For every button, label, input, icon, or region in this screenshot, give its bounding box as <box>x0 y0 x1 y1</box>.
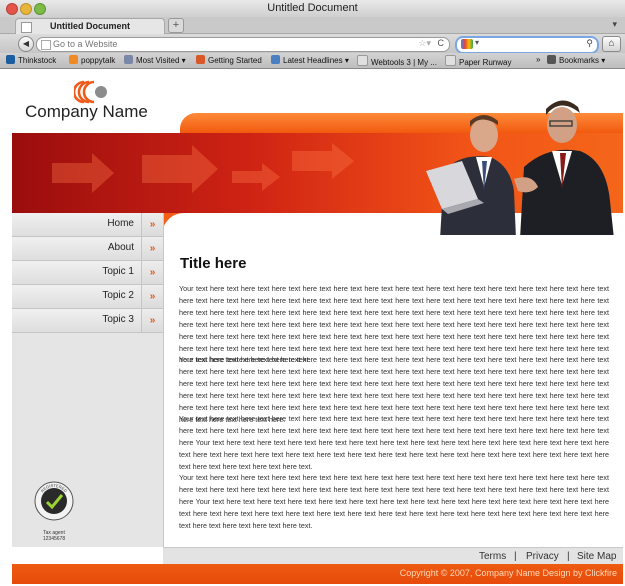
tax-agent-number: 12345678 <box>42 536 66 542</box>
arrow-right-icon: » <box>141 213 163 236</box>
paragraph: Your text here text here text here text … <box>179 473 609 530</box>
privacy-link[interactable]: Privacy <box>526 551 559 562</box>
url-input[interactable] <box>53 38 413 50</box>
title-bar: Untitled Document <box>0 0 625 18</box>
google-icon[interactable] <box>461 39 473 49</box>
menu-item-about[interactable]: About » <box>12 237 163 261</box>
bookmark-thinkstock[interactable]: Thinkstock <box>6 55 56 65</box>
tab-label: Untitled Document <box>50 21 130 31</box>
menu-item-topic-2[interactable]: Topic 2 » <box>12 285 163 309</box>
copyright-bar: Copyright © 2007, Company Name Design by… <box>12 564 623 584</box>
menu-item-label: Topic 2 <box>102 290 134 301</box>
page-icon <box>41 40 51 50</box>
firefox-icon <box>196 55 205 64</box>
bookmarks-toolbar: Thinkstock poppytalk Most Visited ▾ Gett… <box>0 53 625 69</box>
arrow-right-icon: » <box>141 261 163 284</box>
page-title: Title here <box>180 255 247 272</box>
folder-icon <box>124 55 133 64</box>
terms-link[interactable]: Terms <box>479 551 506 562</box>
company-logo-icon <box>74 80 107 104</box>
arrow-right-icon: » <box>141 309 163 332</box>
bookmark-webtools[interactable]: Webtools 3 | My ... <box>357 55 437 67</box>
footer-separator: | <box>514 551 517 562</box>
menu-item-topic-3[interactable]: Topic 3 » <box>12 309 163 333</box>
search-input[interactable] <box>483 38 579 50</box>
bookmarks-menu[interactable]: Bookmarks ▾ <box>547 55 605 65</box>
bookmarks-icon <box>547 55 556 64</box>
browser-window: Untitled Document Untitled Document + ▾ … <box>0 0 625 586</box>
page-icon <box>357 55 368 66</box>
tab-untitled-document[interactable]: Untitled Document <box>15 18 165 34</box>
registered-tax-agent-seal-icon: REGISTERED <box>34 481 74 521</box>
arrow-right-icon: » <box>141 285 163 308</box>
bookmark-latest-headlines[interactable]: Latest Headlines ▾ <box>271 55 349 65</box>
navigation-toolbar: ◀ ☆▾ C ▾ ⚲ ⌂ <box>0 34 625 54</box>
page-icon <box>445 55 456 66</box>
menu-item-topic-1[interactable]: Topic 1 » <box>12 261 163 285</box>
home-button[interactable]: ⌂ <box>602 36 621 52</box>
footer-links: Terms | Privacy | Site Map <box>163 547 623 565</box>
new-tab-button[interactable]: + <box>168 18 184 33</box>
business-people-photo-icon <box>426 100 614 239</box>
tab-bar: Untitled Document + ▾ <box>0 17 625 34</box>
reload-icon[interactable]: C <box>438 38 445 48</box>
menu-item-home[interactable]: Home » <box>12 213 163 237</box>
url-bar[interactable]: ☆▾ C <box>36 37 450 52</box>
menu-item-label: Topic 1 <box>102 266 134 277</box>
search-box[interactable]: ▾ ⚲ <box>455 36 599 54</box>
search-engine-chevron-icon[interactable]: ▾ <box>475 38 479 47</box>
paragraph: Your text here text here text here text … <box>179 414 609 471</box>
arrow-right-icon: » <box>141 237 163 260</box>
arrows-decoration-icon <box>52 143 354 193</box>
main-content: Title here Your text here text here text… <box>164 235 623 547</box>
back-button[interactable]: ◀ <box>18 36 34 52</box>
copyright-text: Copyright © 2007, Company Name Design by… <box>399 568 617 578</box>
menu-item-label: Topic 3 <box>102 314 134 325</box>
bookmark-most-visited[interactable]: Most Visited ▾ <box>124 55 186 65</box>
window-title: Untitled Document <box>267 2 358 14</box>
bookmark-paper-runway[interactable]: Paper Runway <box>445 55 511 67</box>
bookmark-poppytalk[interactable]: poppytalk <box>69 55 115 65</box>
site-map-link[interactable]: Site Map <box>577 551 616 562</box>
menu-item-label: Home <box>107 218 134 229</box>
search-icon[interactable]: ⚲ <box>586 38 593 49</box>
sidebar: Home » About » Topic 1 » Topic 2 » Topic… <box>12 213 164 547</box>
menu-item-label: About <box>107 242 134 253</box>
rss-icon <box>271 55 280 64</box>
web-page: Company Name Home » About » Topic 1 » To… <box>12 69 623 584</box>
company-name[interactable]: Company Name <box>25 102 148 122</box>
bookmark-getting-started[interactable]: Getting Started <box>196 55 262 65</box>
nav-menu: Home » About » Topic 1 » Topic 2 » Topic… <box>12 213 163 333</box>
thinkstock-icon <box>6 55 15 64</box>
footer-separator: | <box>567 551 570 562</box>
tab-list-chevron-icon[interactable]: ▾ <box>612 19 617 30</box>
poppytalk-icon <box>69 55 78 64</box>
bookmark-star-icon[interactable]: ☆▾ <box>418 38 431 49</box>
bookmarks-overflow-chevron-icon[interactable]: » <box>536 55 540 64</box>
